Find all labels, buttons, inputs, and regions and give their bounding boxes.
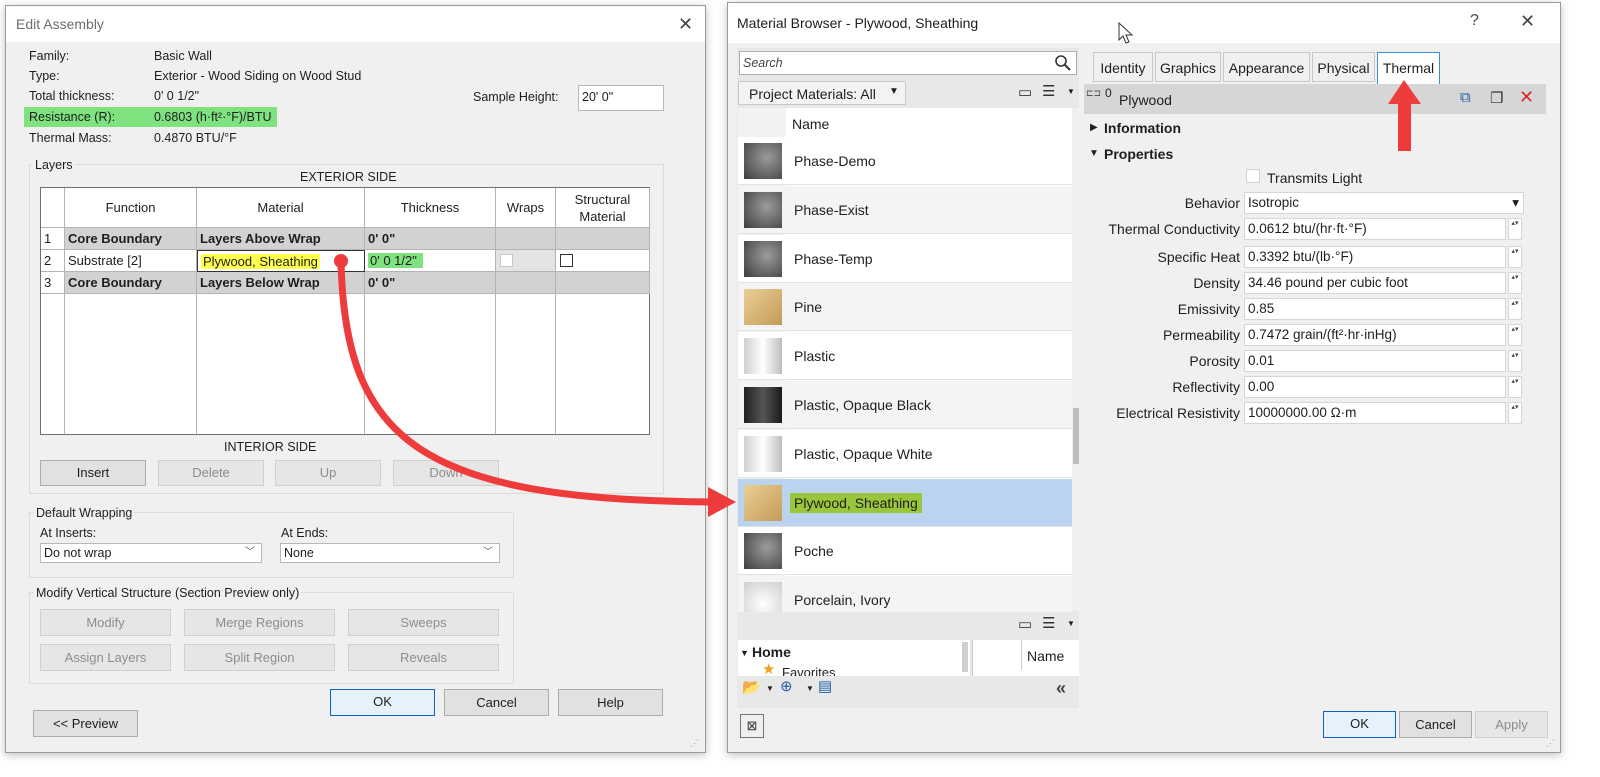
annotation-curved-arrow xyxy=(334,80,1421,517)
